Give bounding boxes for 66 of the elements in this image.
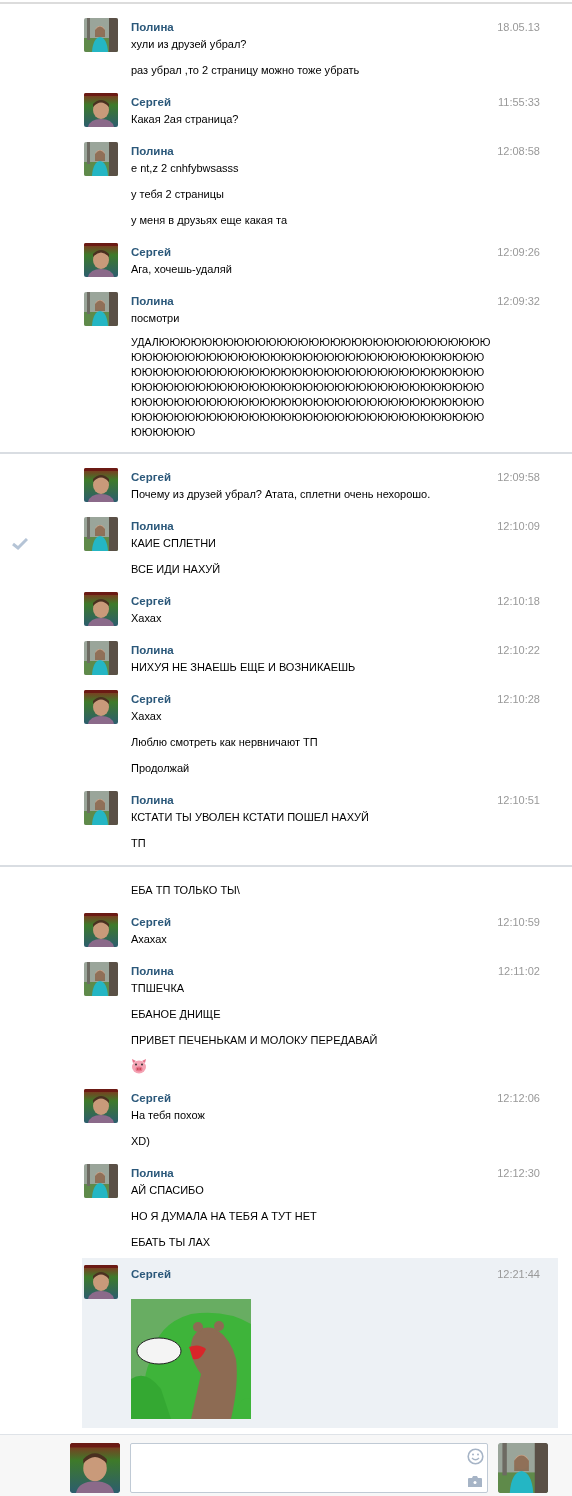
message-text: ЕБАТЬ ТЫ ЛАХ [131, 1235, 212, 1250]
author-name[interactable]: Полина [131, 1166, 174, 1179]
message-time: 12:10:22 [497, 643, 540, 656]
message-text: ПРИВЕТ ПЕЧЕНЬКАМ И МОЛОКУ ПЕРЕДАВАЙ [131, 1033, 379, 1048]
author-name[interactable]: Сергей [131, 1091, 171, 1104]
message-text: раз убрал ,то 2 страницу можно тоже убрать [131, 63, 361, 78]
message-text: e nt,z 2 cnhfybwsasss [131, 161, 240, 176]
author-name[interactable]: Полина [131, 294, 174, 307]
message-text: хули из друзей убрал? [131, 37, 248, 52]
message-text: у меня в друзьях еще какая та [131, 213, 289, 228]
message-text: Люблю смотреть как нервничают ТП [131, 735, 319, 750]
message-time: 12:08:58 [497, 144, 540, 157]
message-time: 12:12:30 [497, 1166, 540, 1179]
message-text: ВСЕ ИДИ НАХУЙ [131, 562, 222, 577]
message-time: 12:09:32 [497, 294, 540, 307]
author-name[interactable]: Полина [131, 144, 174, 157]
message-text: Хахах [131, 709, 163, 724]
message-text: Ага, хочешь-удаляй [131, 262, 233, 277]
author-name[interactable]: Полина [131, 964, 174, 977]
author-name[interactable]: Сергей [131, 594, 171, 607]
message-text: Хахах [131, 611, 163, 626]
message-text: АЙ СПАСИБО [131, 1183, 205, 1198]
camera-icon[interactable] [467, 1475, 483, 1488]
check-icon [12, 538, 28, 550]
message-text: ЕБА ТП ТОЛЬКО ТЫ\ [131, 883, 241, 898]
author-name[interactable]: Сергей [131, 95, 171, 108]
message-time: 12:12:06 [497, 1091, 540, 1104]
message-text: ТПШЕЧКА [131, 981, 186, 996]
author-name[interactable]: Сергей [131, 470, 171, 483]
message-time: 12:10:59 [497, 915, 540, 928]
message-time: 11:55:33 [498, 95, 540, 108]
message-text: Продолжай [131, 761, 191, 776]
author-name[interactable]: Сергей [131, 915, 171, 928]
author-name[interactable]: Сергей [131, 692, 171, 705]
message-text: УДАЛЮЮЮЮЮЮЮЮЮЮЮЮЮЮЮЮЮЮЮЮЮЮЮЮЮЮЮЮЮЮЮЮЮЮЮЮЮЮЮЮЮЮЮЮЮЮЮЮЮЮЮЮЮЮЮЮЮЮЮЮЮЮЮЮЮЮЮЮЮЮЮЮЮЮЮЮЮЮЮЮЮЮЮЮЮЮЮЮЮЮЮЮЮЮЮЮЮЮЮЮЮЮЮЮЮЮЮЮЮЮЮЮЮЮЮЮЮЮЮЮЮЮЮЮЮЮЮЮЮЮЮЮЮЮЮЮЮЮЮЮЮЮЮЮЮЮЮЮЮЮЮЮЮЮЮЮЮЮЮЮЮЮЮЮЮЮЮЮЮЮЮЮЮЮЮЮЮЮЮЮЮЮЮЮЮЮЮЮЮЮЮЮЮЮЮЮЮЮЮЮЮЮ [131, 335, 491, 440]
message-time: 12:10:51 [497, 793, 540, 806]
message-text: ТП [131, 836, 147, 851]
message-time: 12:10:18 [497, 594, 540, 607]
message-time: 12:10:09 [497, 519, 540, 532]
message-time: 12:10:28 [497, 692, 540, 705]
author-name[interactable]: Сергей [131, 245, 171, 258]
message-text: посмотри [131, 311, 181, 326]
message-text: Почему из друзей убрал? Атата, сплетни очень нехорошо. [131, 487, 432, 502]
message-text: Какая 2ая страница? [131, 112, 240, 127]
message-time: 12:09:58 [497, 470, 540, 483]
message-time: 12:11:02 [498, 964, 540, 977]
message-time: 12:21:44 [497, 1267, 540, 1280]
message-time: 12:09:26 [497, 245, 540, 258]
message-text: КСТАТИ ТЫ УВОЛЕН КСТАТИ ПОШЕЛ НАХУЙ [131, 810, 370, 825]
author-name[interactable]: Полина [131, 20, 174, 33]
message-text: НИХУЯ НЕ ЗНАЕШЬ ЕЩЕ И ВОЗНИКАЕШЬ [131, 660, 357, 675]
author-name[interactable]: Сергей [131, 1267, 171, 1280]
author-name[interactable]: Полина [131, 643, 174, 656]
message-text: ЕБАНОЕ ДНИЩЕ [131, 1007, 222, 1022]
message-text: На тебя похож [131, 1108, 206, 1123]
message-text: КАИЕ СПЛЕТНИ [131, 536, 218, 551]
author-name[interactable]: Полина [131, 793, 174, 806]
message-time: 18.05.13 [497, 20, 540, 33]
message-text: НО Я ДУМАЛА НА ТЕБЯ А ТУТ НЕТ [131, 1209, 318, 1224]
smiley-icon[interactable] [466, 1448, 484, 1465]
author-name[interactable]: Полина [131, 519, 174, 532]
message-text: у тебя 2 страницы [131, 187, 225, 202]
pig-face-icon [131, 1059, 147, 1074]
message-text: XD) [131, 1134, 151, 1149]
message-text: Ахахах [131, 932, 168, 947]
message-input[interactable] [130, 1443, 488, 1493]
